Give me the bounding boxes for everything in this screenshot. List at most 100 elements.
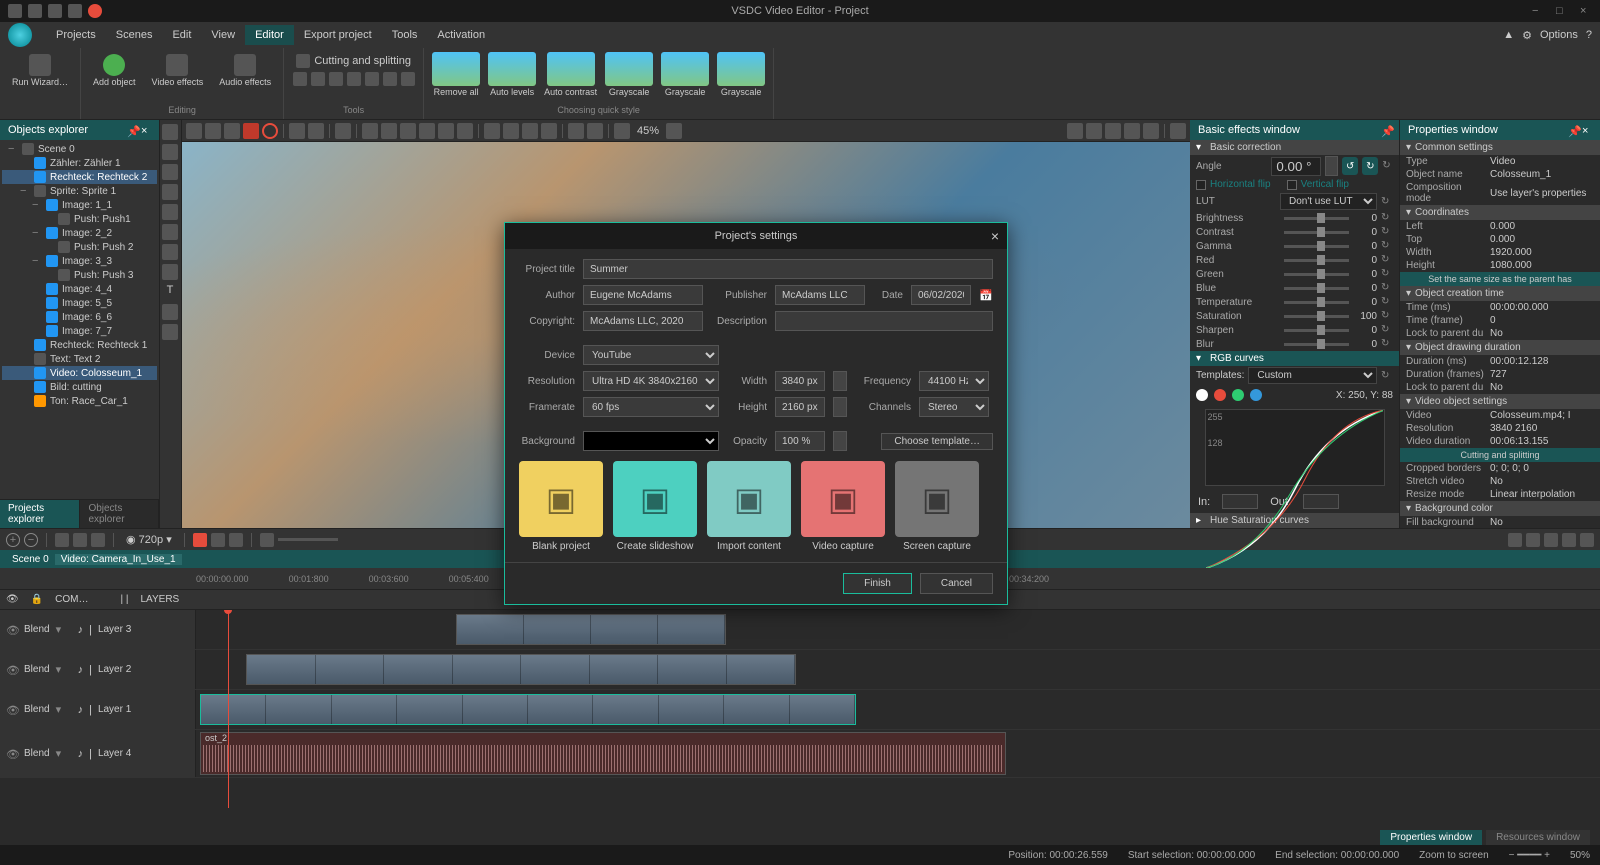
prop-value[interactable]: No [1490,382,1594,393]
reset-icon[interactable]: ↻ [1381,310,1393,322]
save-icon[interactable] [68,4,82,18]
record-icon[interactable] [88,4,102,18]
track-content[interactable]: ost_2 [196,730,1600,777]
breadcrumb-item[interactable]: Scene 0 [6,554,55,565]
next-frame-icon[interactable] [1562,533,1576,547]
circle-icon[interactable] [262,123,278,139]
style-thumb[interactable]: Auto contrast [544,52,597,98]
reset-icon[interactable]: ↻ [1381,338,1393,350]
reset-icon[interactable]: ↻ [1381,212,1393,224]
drawing-duration-header[interactable]: ▾Object drawing duration [1400,340,1600,355]
rotate-ccw-icon[interactable]: ↺ [1342,157,1358,175]
template-blank-project[interactable]: ▣Blank project [519,461,603,552]
menu-item-editor[interactable]: Editor [245,25,294,45]
step-back-icon[interactable] [211,533,225,547]
resolution-select[interactable]: Ultra HD 4K 3840x2160 pixels (16 [583,371,719,391]
panel-tab[interactable]: Projects explorer [0,500,80,528]
line-tool-icon[interactable] [162,184,178,200]
arrow-icon[interactable] [522,123,538,139]
tree-item[interactable]: Image: 7_7 [2,324,157,338]
breadcrumb-item[interactable]: Video: Camera_In_Use_1 [55,554,182,565]
skip-end-icon[interactable] [1580,533,1594,547]
curve-green-dot[interactable] [1232,389,1244,401]
crop-tool-icon[interactable] [162,264,178,280]
tool-icon[interactable] [365,72,379,86]
opacity-spinner[interactable] [833,431,847,451]
reset-icon[interactable]: ↻ [1381,282,1393,294]
minimize-icon[interactable]: − [1532,5,1544,17]
prop-value[interactable]: No [1490,517,1594,528]
tool-icon[interactable] [329,72,343,86]
ribbon-button[interactable]: Video effects [148,52,208,90]
menu-item-tools[interactable]: Tools [382,25,428,45]
align-icon[interactable] [362,123,378,139]
tree-item[interactable]: Image: 6_6 [2,310,157,324]
basic-correction-header[interactable]: ▾Basic correction [1190,140,1399,155]
rgb-curves-header[interactable]: ▾RGB curves [1190,351,1399,366]
style-thumb[interactable]: Grayscale [605,52,653,98]
close-icon[interactable]: × [1580,5,1592,17]
move-icon[interactable] [614,123,630,139]
style-thumb[interactable]: Auto levels [488,52,536,98]
tree-item[interactable]: −Image: 1_1 [2,198,157,212]
frequency-select[interactable]: 44100 Hz [919,371,989,391]
remove-marker-icon[interactable]: − [24,533,38,547]
curve-white-dot[interactable] [1196,389,1208,401]
template-video-capture[interactable]: ▣Video capture [801,461,885,552]
reset-icon[interactable]: ↻ [1381,240,1393,252]
tree-item[interactable]: −Image: 2_2 [2,226,157,240]
close-panel-icon[interactable]: × [141,125,151,135]
coordinates-header[interactable]: ▾Coordinates [1400,205,1600,220]
eye-icon[interactable]: 👁 [6,704,18,716]
prop-value[interactable]: Colosseum_1 [1490,169,1594,180]
track-content[interactable] [196,690,1600,729]
angle-input[interactable] [1271,157,1321,176]
mover-tool-icon[interactable] [162,324,178,340]
saturation-slider[interactable] [1284,315,1349,318]
help-icon[interactable]: ? [1586,29,1592,41]
tree-item[interactable]: Rechteck: Rechteck 1 [2,338,157,352]
zoom-tool-icon[interactable] [162,244,178,260]
hand-tool-icon[interactable] [162,224,178,240]
shape-tool-icon[interactable] [162,304,178,320]
sharpen-slider[interactable] [1284,329,1349,332]
style-thumb[interactable]: Remove all [432,52,480,98]
pin-icon[interactable]: 📌 [1568,125,1578,135]
reset-icon[interactable]: ↻ [1381,370,1393,382]
red-slider[interactable] [1284,259,1349,262]
menu-item-export-project[interactable]: Export project [294,25,382,45]
green-slider[interactable] [1284,273,1349,276]
objects-tree[interactable]: −Scene 0Zähler: Zähler 1Rechteck: Rechte… [0,140,159,499]
rotate-cw-icon[interactable]: ↻ [1362,157,1378,175]
text-tool-icon[interactable]: T [162,284,178,300]
ribbon-button[interactable]: Add object [89,52,140,90]
select-icon[interactable] [335,123,351,139]
tree-item[interactable]: Image: 4_4 [2,282,157,296]
common-settings-header[interactable]: ▾Common settings [1400,140,1600,155]
reset-icon[interactable]: ↻ [1381,268,1393,280]
choose-template-button[interactable]: Choose template… [881,433,993,450]
chevron-down-icon[interactable] [666,123,682,139]
framerate-select[interactable]: 60 fps [583,397,719,417]
blur-slider[interactable] [1284,343,1349,346]
tree-item[interactable]: −Scene 0 [2,142,157,156]
style-thumb[interactable]: Grayscale [661,52,709,98]
run-wizard-button[interactable]: Run Wizard… [8,52,72,90]
cutting-splitting-button[interactable]: Cutting and splitting [296,54,411,68]
grid-icon[interactable] [1105,123,1121,139]
prop-value[interactable]: 0.000 [1490,234,1594,245]
tree-item[interactable]: Bild: cutting [2,380,157,394]
curve-red-dot[interactable] [1214,389,1226,401]
tab-properties[interactable]: Properties window [1380,830,1482,845]
close-panel-icon[interactable]: × [1582,125,1592,135]
tree-item[interactable]: −Sprite: Sprite 1 [2,184,157,198]
paste-icon[interactable] [224,123,240,139]
dialog-close-icon[interactable]: × [991,228,999,244]
reset-icon[interactable]: ↻ [1381,324,1393,336]
menu-item-scenes[interactable]: Scenes [106,25,163,45]
tree-item[interactable]: Image: 5_5 [2,296,157,310]
volume-slider[interactable] [278,538,338,541]
tree-item[interactable]: Rechteck: Rechteck 2 [2,170,157,184]
pen-tool-icon[interactable] [162,204,178,220]
reset-icon[interactable]: ↻ [1381,254,1393,266]
